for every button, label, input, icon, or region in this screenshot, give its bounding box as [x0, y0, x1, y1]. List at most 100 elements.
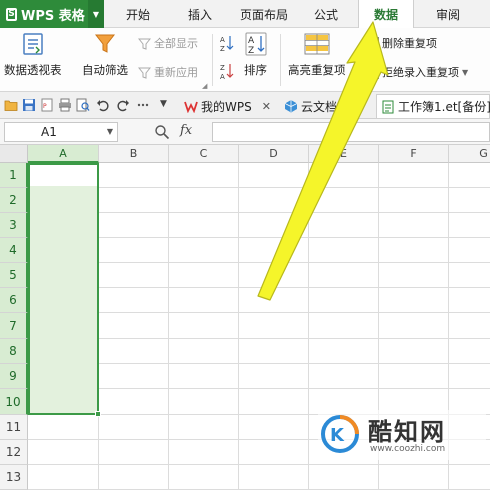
undo-icon[interactable] [96, 98, 110, 112]
sort-label: 排序 [244, 63, 267, 77]
row-header-8[interactable]: 8 [0, 339, 28, 364]
column-header-g[interactable]: G [449, 145, 490, 163]
tab-page-layout[interactable]: 页面布局 [232, 0, 296, 28]
tab-data[interactable]: 数据 [358, 0, 414, 29]
highlight-duplicates-icon [304, 33, 330, 55]
row-header-13[interactable]: 13 [0, 465, 28, 490]
reject-duplicates-label: 拒绝录入重复项 [382, 66, 459, 79]
tab-insert[interactable]: 插入 [176, 0, 224, 28]
open-folder-icon[interactable] [4, 98, 18, 112]
filter-icon [94, 34, 116, 53]
svg-text:P: P [43, 103, 47, 110]
app-menu-dropdown-icon[interactable]: ▼ [88, 0, 104, 28]
wps-logo-icon: S [6, 7, 17, 21]
redo-icon[interactable] [116, 98, 130, 112]
column-header-f[interactable]: F [379, 145, 449, 163]
pivot-table-button[interactable]: 数据透视表 [4, 32, 62, 78]
highlight-duplicates-button[interactable]: 高亮重复项 [288, 32, 346, 78]
tab-review[interactable]: 审阅 [420, 0, 476, 28]
app-name: WPS 表格 [21, 8, 85, 24]
wps-app-menu-button[interactable]: S WPS 表格 [0, 0, 88, 28]
auto-filter-label: 自动筛选 [82, 63, 128, 77]
row-header-4[interactable]: 4 [0, 238, 28, 263]
reapply-button[interactable]: 重新应用 [138, 64, 198, 80]
column-header-a[interactable]: A [28, 145, 99, 163]
tab-formulas[interactable]: 公式 [300, 0, 352, 28]
sort-descending-icon[interactable]: Z A [220, 62, 234, 80]
row-header-1[interactable]: 1 [0, 163, 28, 188]
show-all-button[interactable]: 全部显示 [138, 35, 198, 51]
reject-duplicates-icon [366, 65, 379, 79]
highlight-duplicates-label: 高亮重复项 [288, 63, 346, 77]
svg-text:A: A [220, 73, 225, 80]
doc-tab-my-wps-label: 我的WPS [201, 99, 252, 114]
active-cell-a1[interactable] [30, 165, 97, 186]
doc-tab-workbook-label: 工作簿1.et[备份] [398, 100, 490, 114]
sort-icon: A Z [245, 32, 266, 56]
column-header-d[interactable]: D [239, 145, 309, 163]
pivot-table-icon [23, 33, 43, 55]
select-all-corner[interactable] [0, 145, 28, 163]
svg-text:Z: Z [248, 46, 254, 56]
svg-text:K: K [330, 425, 345, 446]
close-icon[interactable]: ✕ [355, 100, 364, 113]
auto-filter-button[interactable]: 自动筛选 [82, 32, 128, 78]
watermark-url: www.coozhi.com [370, 444, 446, 454]
reject-duplicates-button[interactable]: 拒绝录入重复项 ▼ [366, 64, 468, 80]
row-header-6[interactable]: 6 [0, 288, 28, 313]
row-header-3[interactable]: 3 [0, 213, 28, 238]
spreadsheet-file-icon [382, 100, 394, 113]
export-pdf-icon[interactable]: P [40, 98, 54, 112]
selected-range[interactable] [28, 163, 99, 415]
sort-ascending-icon[interactable]: A Z [220, 34, 234, 52]
svg-text:A: A [220, 36, 225, 44]
ribbon-separator [280, 34, 281, 86]
gridline [238, 163, 239, 490]
name-box[interactable]: A1 ▼ [4, 122, 118, 142]
doc-tab-workbook[interactable]: 工作簿1.et[备份] [376, 94, 490, 118]
close-icon[interactable]: ✕ [262, 100, 271, 113]
row-header-7[interactable]: 7 [0, 313, 28, 339]
column-header-e[interactable]: E [309, 145, 379, 163]
show-all-icon [138, 38, 151, 50]
remove-duplicates-icon [366, 36, 379, 50]
name-box-dropdown-icon[interactable]: ▼ [107, 123, 113, 141]
search-icon[interactable] [154, 124, 170, 140]
column-header-b[interactable]: B [99, 145, 169, 163]
save-icon[interactable] [22, 98, 36, 112]
filter-group-launcher-icon[interactable]: ◢ [202, 82, 207, 90]
document-tab-bar: P ▼ 我的WPS ✕ 云文档 ✕ 工作簿1.et[备份] [0, 92, 490, 119]
fill-handle[interactable] [95, 411, 101, 417]
cloud-docs-icon [284, 100, 298, 113]
row-header-5[interactable]: 5 [0, 263, 28, 288]
svg-text:Z: Z [220, 45, 225, 52]
remove-duplicates-label: 删除重复项 [382, 37, 437, 50]
print-preview-icon[interactable] [76, 98, 90, 112]
column-header-c[interactable]: C [169, 145, 239, 163]
row-header-11[interactable]: 11 [0, 415, 28, 440]
reapply-icon [138, 67, 151, 79]
formula-bar: A1 ▼ fx [0, 119, 490, 145]
remove-duplicates-button[interactable]: 删除重复项 [366, 35, 437, 51]
reject-duplicates-dropdown-icon[interactable]: ▼ [462, 68, 468, 77]
ribbon-separator [212, 34, 213, 86]
quick-access-dropdown-icon[interactable]: ▼ [160, 99, 167, 109]
wps-w-icon [184, 101, 198, 113]
row-header-12[interactable]: 12 [0, 440, 28, 465]
more-actions-icon[interactable] [136, 98, 150, 112]
name-box-value: A1 [41, 125, 57, 139]
sort-button[interactable]: A Z 排序 [244, 32, 267, 78]
row-header-2[interactable]: 2 [0, 188, 28, 213]
row-header-10[interactable]: 10 [0, 389, 28, 415]
coozhi-logo-icon: K [321, 415, 359, 453]
row-header-9[interactable]: 9 [0, 364, 28, 389]
ribbon-data: 数据透视表 自动筛选 全部显示 重新应用 ◢ A Z Z A A Z 排序 高亮… [0, 28, 490, 92]
watermark-title: 酷知网 [368, 418, 446, 446]
tab-home[interactable]: 开始 [110, 0, 166, 28]
insert-function-icon[interactable]: fx [180, 123, 192, 138]
print-icon[interactable] [58, 98, 72, 112]
formula-input[interactable] [212, 122, 490, 142]
doc-tab-cloud-docs[interactable]: 云文档 ✕ [280, 94, 364, 118]
doc-tab-my-wps[interactable]: 我的WPS ✕ [180, 94, 271, 118]
show-all-label: 全部显示 [154, 37, 198, 50]
